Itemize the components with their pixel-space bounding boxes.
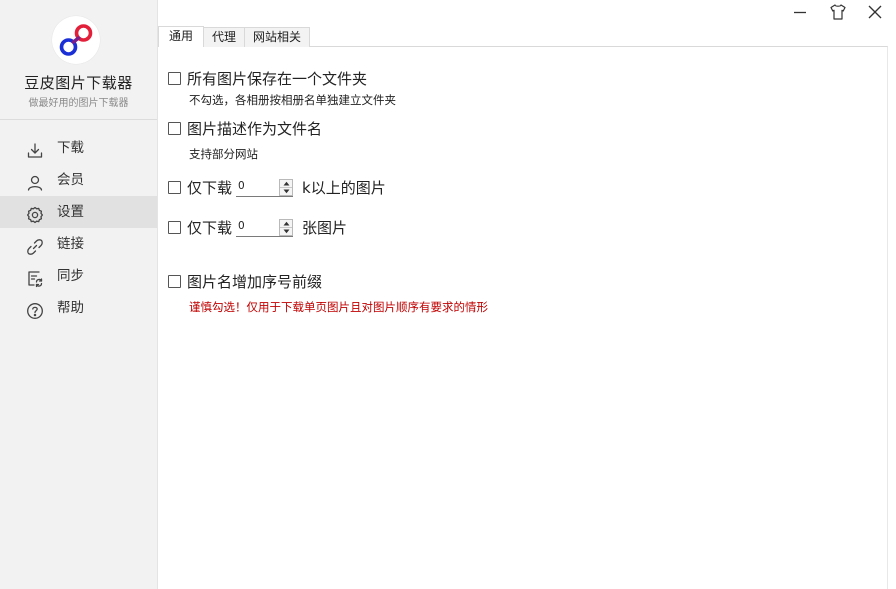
desc-filename-checkbox[interactable] xyxy=(168,122,181,135)
max-count-suffix: 张图片 xyxy=(302,219,348,237)
min-size-checkbox[interactable] xyxy=(168,181,181,194)
skin-button[interactable] xyxy=(828,2,848,22)
tab-general[interactable]: 通用 xyxy=(158,26,205,47)
close-button[interactable] xyxy=(865,2,885,22)
triangle-down-icon xyxy=(283,229,290,233)
app-subtitle: 做最好用的图片下载器 xyxy=(28,98,129,109)
stepper-down-button[interactable] xyxy=(280,228,292,235)
infinity-logo-icon xyxy=(59,24,93,56)
help-icon xyxy=(26,299,44,319)
tab-bar: 通用 代理 网站相关 xyxy=(158,26,311,47)
seq-prefix-label[interactable]: 图片名增加序号前缀 xyxy=(187,271,322,292)
triangle-up-icon xyxy=(283,181,290,185)
gear-icon xyxy=(26,203,44,224)
same-folder-checkbox[interactable] xyxy=(168,72,181,85)
same-folder-hint: 不勾选，各相册按相册名单独建立文件夹 xyxy=(189,93,396,107)
sync-icon xyxy=(26,267,44,288)
close-icon xyxy=(868,5,882,19)
stepper-buttons xyxy=(279,218,294,236)
sidebar-item-label: 帮助 xyxy=(57,300,84,316)
sidebar-item-settings[interactable]: 设置 xyxy=(0,196,157,228)
minimize-icon xyxy=(794,11,806,14)
sidebar-item-label: 下载 xyxy=(57,140,84,156)
option-seq-prefix: 图片名增加序号前缀 xyxy=(168,271,322,292)
sidebar-item-link[interactable]: 链接 xyxy=(0,228,157,260)
stepper-up-button[interactable] xyxy=(280,220,293,228)
min-size-prefix[interactable]: 仅下载 xyxy=(187,177,232,198)
seq-prefix-warning: 谨慎勾选！仅用于下载单页图片且对图片顺序有要求的情形 xyxy=(189,300,488,314)
min-size-stepper[interactable]: 0 xyxy=(236,178,294,197)
sidebar: 豆皮图片下载器 做最好用的图片下载器 下载 会员 设置 链接 同步 帮助 xyxy=(0,0,158,589)
stepper-up-button[interactable] xyxy=(280,180,293,188)
option-same-folder: 所有图片保存在一个文件夹 xyxy=(168,68,367,89)
min-size-suffix: k以上的图片 xyxy=(302,179,386,197)
sidebar-item-label: 同步 xyxy=(57,268,84,284)
option-max-count: 仅下载 0 张图片 xyxy=(168,217,347,238)
sidebar-item-help[interactable]: 帮助 xyxy=(0,292,157,324)
desc-filename-label[interactable]: 图片描述作为文件名 xyxy=(187,118,322,139)
option-min-size: 仅下载 0 k以上的图片 xyxy=(168,177,386,198)
sidebar-item-sync[interactable]: 同步 xyxy=(0,260,157,292)
sidebar-item-label: 设置 xyxy=(57,204,84,220)
max-count-stepper[interactable]: 0 xyxy=(236,218,294,237)
sidebar-divider xyxy=(0,119,157,120)
same-folder-label[interactable]: 所有图片保存在一个文件夹 xyxy=(187,68,367,89)
option-desc-filename: 图片描述作为文件名 xyxy=(168,118,322,139)
triangle-down-icon xyxy=(283,189,290,193)
tab-proxy[interactable]: 代理 xyxy=(203,27,246,47)
link-icon xyxy=(26,235,44,255)
download-icon xyxy=(26,139,44,158)
app-title: 豆皮图片下载器 xyxy=(24,74,133,92)
minimize-button[interactable] xyxy=(790,2,810,22)
max-count-prefix[interactable]: 仅下载 xyxy=(187,217,232,238)
skin-icon xyxy=(830,4,846,20)
app-logo xyxy=(52,16,100,64)
tab-site-related[interactable]: 网站相关 xyxy=(244,27,311,47)
sidebar-item-label: 链接 xyxy=(57,236,84,252)
stepper-down-button[interactable] xyxy=(280,188,292,195)
sidebar-item-member[interactable]: 会员 xyxy=(0,164,157,196)
desc-filename-hint: 支持部分网站 xyxy=(189,147,258,161)
app-window: 豆皮图片下载器 做最好用的图片下载器 下载 会员 设置 链接 同步 帮助 通用 … xyxy=(0,0,896,589)
seq-prefix-checkbox[interactable] xyxy=(168,275,181,288)
sidebar-item-label: 会员 xyxy=(57,172,84,188)
user-icon xyxy=(26,171,44,191)
stepper-buttons xyxy=(279,178,294,196)
triangle-up-icon xyxy=(283,221,290,225)
sidebar-nav: 下载 会员 设置 链接 同步 帮助 xyxy=(0,132,157,324)
max-count-checkbox[interactable] xyxy=(168,221,181,234)
min-size-value[interactable]: 0 xyxy=(238,180,245,192)
max-count-value[interactable]: 0 xyxy=(238,220,245,232)
sidebar-item-download[interactable]: 下载 xyxy=(0,132,157,164)
